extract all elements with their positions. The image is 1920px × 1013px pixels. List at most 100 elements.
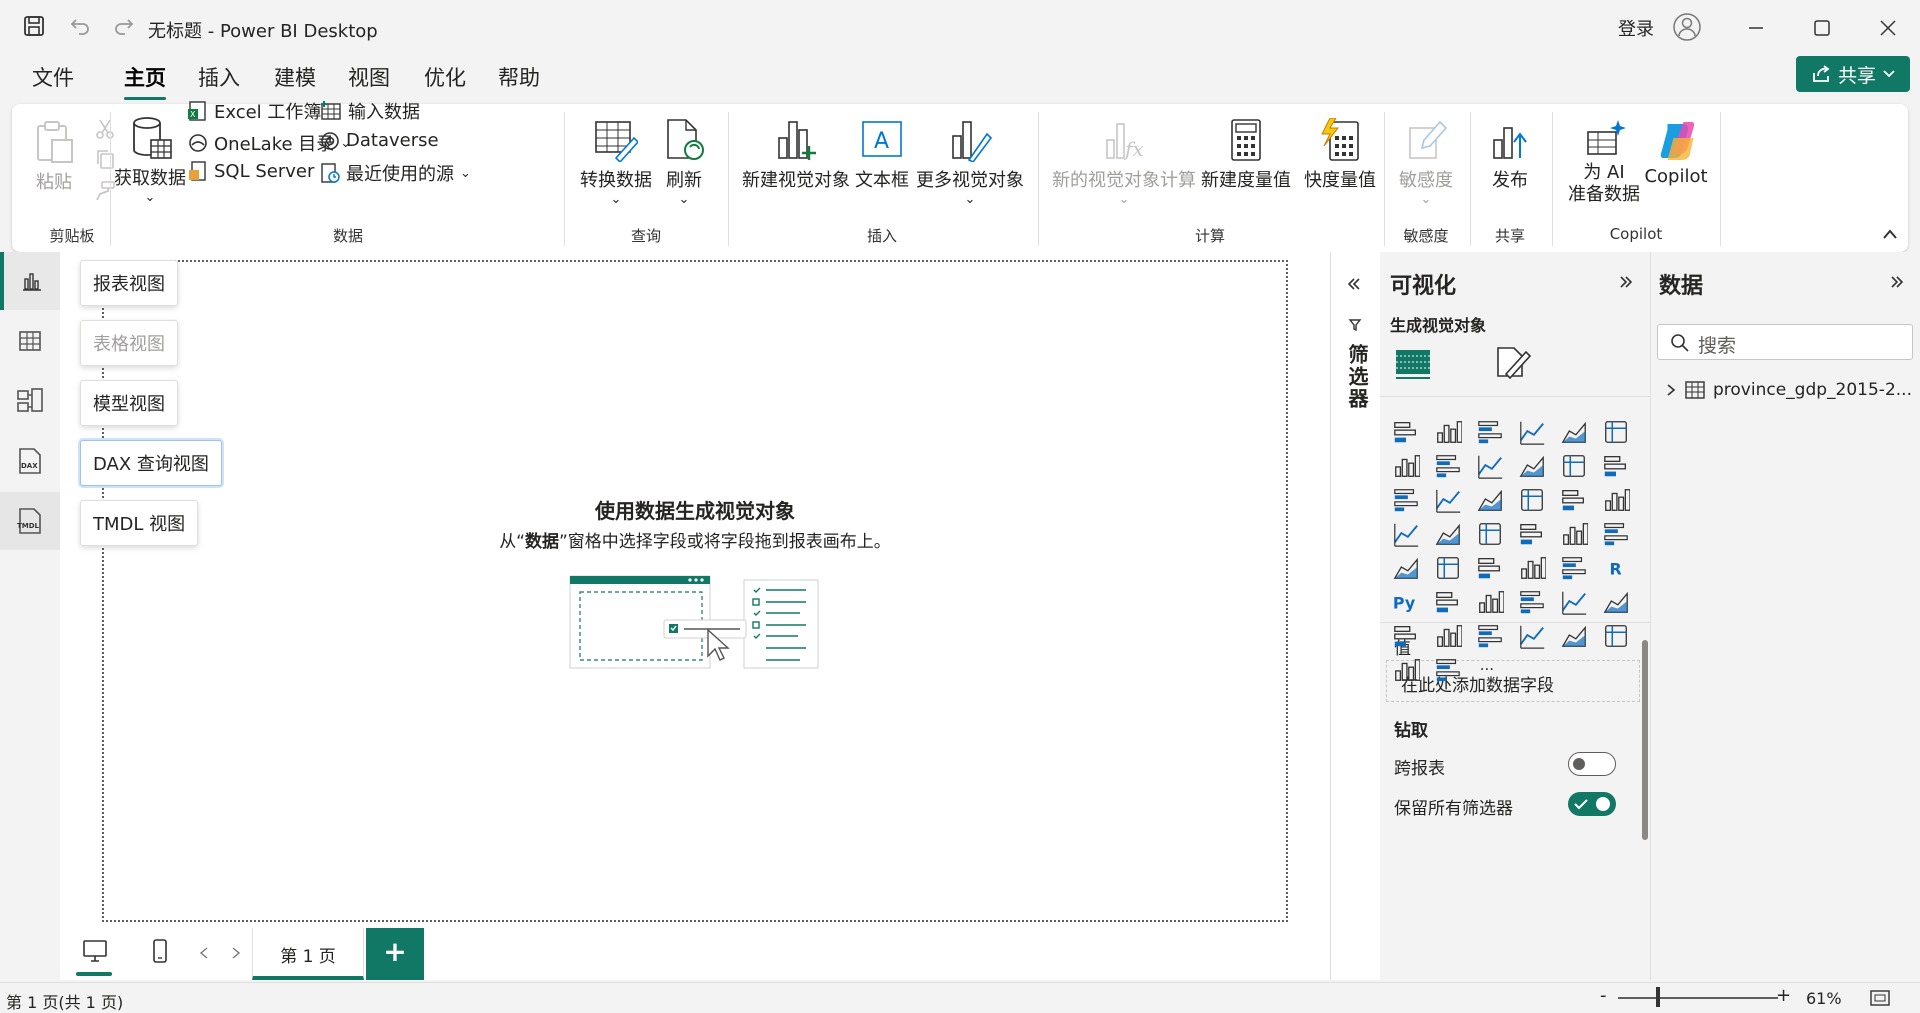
refresh-button[interactable]: 刷新 ⌄ — [662, 118, 706, 207]
table-icon[interactable] — [1518, 554, 1546, 582]
collapse-data-icon[interactable] — [1889, 274, 1905, 290]
card-icon[interactable] — [1602, 520, 1630, 548]
stacked-column-chart-icon[interactable] — [1434, 418, 1462, 446]
collapse-viz-icon[interactable] — [1618, 274, 1634, 290]
account-icon[interactable] — [1672, 12, 1702, 42]
tab-home[interactable]: 主页 — [124, 62, 166, 100]
excel-button[interactable]: X Excel 工作簿 — [188, 98, 321, 124]
power-automate-icon[interactable] — [1476, 622, 1504, 650]
tab-view[interactable]: 视图 — [348, 62, 390, 92]
power-apps-icon[interactable] — [1434, 622, 1462, 650]
transform-data-button[interactable]: 转换数据 ⌄ — [580, 118, 652, 207]
desktop-layout-icon[interactable] — [82, 938, 108, 964]
new-visual-button[interactable]: 新建视觉对象 — [742, 118, 850, 192]
sql-server-button[interactable]: SQL Server — [188, 160, 314, 182]
clustered-column-chart-icon[interactable] — [1518, 418, 1546, 446]
previous-page-icon[interactable] — [198, 946, 210, 960]
azure-map-icon[interactable] — [1518, 520, 1546, 548]
sensitivity-button[interactable]: 敏感度 ⌄ — [1399, 118, 1453, 207]
paginated-visual-icon[interactable] — [1392, 622, 1420, 650]
multi-row-card-icon[interactable] — [1392, 554, 1420, 582]
table-view-button[interactable] — [0, 312, 60, 370]
ribbon-chart-icon[interactable] — [1392, 486, 1420, 514]
copilot-button[interactable]: Copilot — [1644, 118, 1708, 187]
line-column-chart-icon[interactable] — [1560, 452, 1588, 480]
filters-pane-collapsed[interactable]: 筛选器 — [1330, 252, 1380, 980]
recent-sources-button[interactable]: 最近使用的源 ⌄ — [320, 160, 471, 186]
kpi-icon[interactable] — [1434, 554, 1462, 582]
paste-button[interactable]: 粘贴 — [32, 118, 76, 194]
mobile-layout-icon[interactable] — [150, 938, 170, 966]
new-measure-button[interactable]: 新建度量值 — [1201, 118, 1291, 192]
power-automate-2-icon[interactable] — [1434, 656, 1462, 684]
chevron-right-icon[interactable] — [1665, 383, 1677, 397]
keep-filters-toggle[interactable] — [1568, 792, 1616, 816]
narrative-icon[interactable] — [1560, 622, 1588, 650]
pie-chart-icon[interactable] — [1560, 486, 1588, 514]
close-icon[interactable] — [1878, 18, 1898, 38]
more-visuals-icon[interactable]: ··· — [1476, 656, 1504, 684]
arcgis-map-icon[interactable] — [1602, 622, 1630, 650]
table-item[interactable]: province_gdp_2015-2... — [1665, 380, 1915, 400]
page-tab-1[interactable]: 第 1 页 — [252, 928, 364, 980]
clustered-bar-chart-icon[interactable] — [1476, 418, 1504, 446]
decomposition-tree-icon[interactable] — [1476, 588, 1504, 616]
qa-visual-icon[interactable] — [1518, 588, 1546, 616]
save-icon[interactable] — [22, 14, 46, 38]
zoom-slider-thumb[interactable] — [1656, 987, 1660, 1007]
dataverse-button[interactable]: Dataverse — [320, 130, 439, 151]
cut-icon[interactable] — [94, 118, 116, 140]
100-area-chart-icon[interactable] — [1518, 452, 1546, 480]
zoom-in-button[interactable]: + — [1776, 985, 1791, 1006]
share-button[interactable]: 共享 — [1796, 56, 1910, 92]
zoom-slider[interactable] — [1618, 997, 1778, 999]
stacked-area-chart-icon[interactable] — [1476, 452, 1504, 480]
tab-optimize[interactable]: 优化 — [424, 62, 466, 92]
expand-filters-icon[interactable] — [1346, 276, 1362, 292]
get-data-button[interactable]: 获取数据 ⌄ — [114, 114, 186, 205]
fit-to-page-icon[interactable] — [1870, 989, 1890, 1007]
tab-insert[interactable]: 插入 — [198, 62, 240, 92]
undo-icon[interactable] — [68, 14, 92, 38]
100-stacked-bar-chart-icon[interactable] — [1560, 418, 1588, 446]
prep-data-ai-button[interactable]: 为 AI 准备数据 — [1568, 118, 1640, 206]
more-visuals-button[interactable]: 更多视觉对象 ⌄ — [916, 118, 1024, 207]
publish-button[interactable]: 发布 — [1488, 118, 1532, 192]
filled-map-icon[interactable] — [1476, 520, 1504, 548]
add-page-button[interactable]: + — [366, 928, 424, 980]
tab-help[interactable]: 帮助 — [498, 62, 540, 92]
waterfall-chart-icon[interactable] — [1434, 486, 1462, 514]
scrollbar[interactable] — [1642, 640, 1648, 840]
power-apps-2-icon[interactable] — [1392, 656, 1420, 684]
copy-icon[interactable] — [94, 148, 116, 170]
funnel-chart-icon[interactable] — [1476, 486, 1504, 514]
tmdl-view-button[interactable]: TMDL — [0, 492, 60, 550]
next-page-icon[interactable] — [230, 946, 242, 960]
format-painter-icon[interactable] — [94, 180, 116, 202]
new-visual-calc-button[interactable]: fx 新的视觉对象计算 ⌄ — [1052, 118, 1196, 207]
map-icon[interactable] — [1434, 520, 1462, 548]
minimize-icon[interactable] — [1746, 18, 1766, 38]
donut-chart-icon[interactable] — [1602, 486, 1630, 514]
quick-measure-button[interactable]: 快度量值 — [1304, 118, 1376, 192]
maximize-icon[interactable] — [1812, 18, 1832, 38]
paginated-report-icon[interactable] — [1560, 588, 1588, 616]
treemap-icon[interactable] — [1392, 520, 1420, 548]
area-chart-icon[interactable] — [1434, 452, 1462, 480]
build-visual-tab-icon[interactable] — [1394, 344, 1434, 380]
report-view-button[interactable] — [0, 252, 60, 310]
collapse-ribbon-icon[interactable] — [1882, 228, 1898, 240]
gauge-icon[interactable] — [1560, 520, 1588, 548]
stacked-bar-chart-icon[interactable] — [1392, 418, 1420, 446]
format-visual-tab-icon[interactable] — [1492, 344, 1532, 380]
redo-icon[interactable] — [112, 14, 136, 38]
line-chart-icon[interactable] — [1392, 452, 1420, 480]
scatter-chart-icon[interactable] — [1518, 486, 1546, 514]
python-visual-icon[interactable]: Py — [1392, 588, 1420, 616]
tab-modeling[interactable]: 建模 — [274, 62, 316, 92]
smart-narrative-icon[interactable] — [1518, 622, 1546, 650]
search-input[interactable]: 搜索 — [1698, 331, 1736, 358]
tab-file[interactable]: 文件 — [32, 62, 74, 92]
slicer-icon[interactable] — [1476, 554, 1504, 582]
enter-data-button[interactable]: 输入数据 — [320, 98, 420, 124]
